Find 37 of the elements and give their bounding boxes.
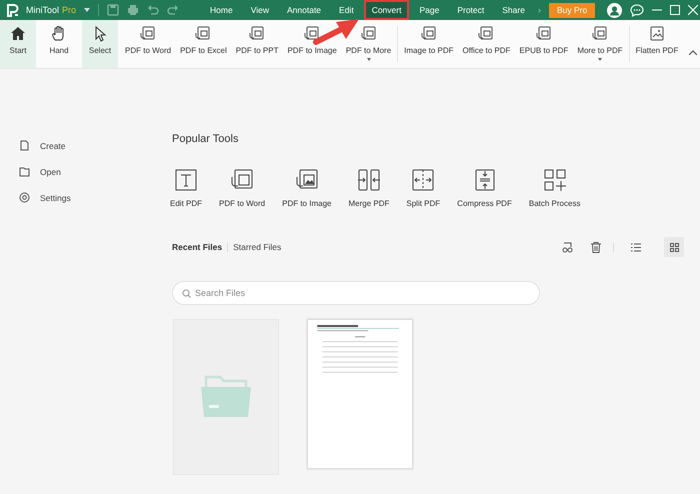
file-tab[interactable]: Recent Files <box>172 242 222 252</box>
ribbon-button[interactable]: PDF to More <box>342 20 394 68</box>
menu-tab[interactable]: Annotate <box>279 0 330 20</box>
tool-button[interactable]: Edit PDF <box>166 167 206 208</box>
ribbon-button[interactable]: PDF to Image <box>284 20 340 68</box>
ribbon-button[interactable]: EPUB to PDF <box>516 20 572 68</box>
ribbon-button[interactable]: PDF to Word <box>122 20 174 68</box>
tool-button[interactable]: Batch Process <box>524 167 584 208</box>
tool-button[interactable]: PDF to Word <box>215 167 270 208</box>
ribbon-button[interactable]: Hand <box>41 20 77 68</box>
ribbon-button[interactable]: More to PDF <box>574 20 626 68</box>
menu-tab[interactable]: Protect <box>449 0 492 20</box>
sidebar-label: Open <box>40 166 61 176</box>
ribbon-button[interactable]: Start <box>0 20 36 68</box>
ribbon-button[interactable]: Office to PDF <box>460 20 514 68</box>
ribbon-button[interactable]: Image to PDF <box>401 20 457 68</box>
tool-button[interactable]: Split PDF <box>402 167 444 208</box>
sidebar-label: Settings <box>40 192 71 202</box>
app-name: MiniTool <box>26 5 60 15</box>
menu-tab[interactable]: Home <box>202 0 241 20</box>
edition-label: Pro <box>62 5 76 15</box>
sidebar-label: Create <box>40 140 66 150</box>
tool-button[interactable]: Compress PDF <box>453 167 516 208</box>
section-title: Popular Tools <box>172 133 240 145</box>
tool-button[interactable]: PDF to Image <box>278 167 336 208</box>
ribbon-button[interactable]: Flatten PDF <box>632 20 682 68</box>
menu-tab[interactable]: Edit <box>331 0 362 20</box>
menu-tab[interactable]: Convert <box>364 0 410 20</box>
ribbon-button[interactable]: PDF to PPT <box>232 20 282 68</box>
ribbon-button[interactable]: Select <box>82 20 118 68</box>
menu-tab[interactable]: Page <box>411 0 448 20</box>
menu-tab[interactable]: View <box>242 0 277 20</box>
tool-button[interactable]: Merge PDF <box>344 167 394 208</box>
ribbon-button[interactable]: PDF to Excel <box>177 20 230 68</box>
menu-tab[interactable]: Share <box>494 0 533 20</box>
file-tab[interactable]: Starred Files <box>233 242 282 252</box>
search-field[interactable]: Search Files <box>172 281 540 305</box>
